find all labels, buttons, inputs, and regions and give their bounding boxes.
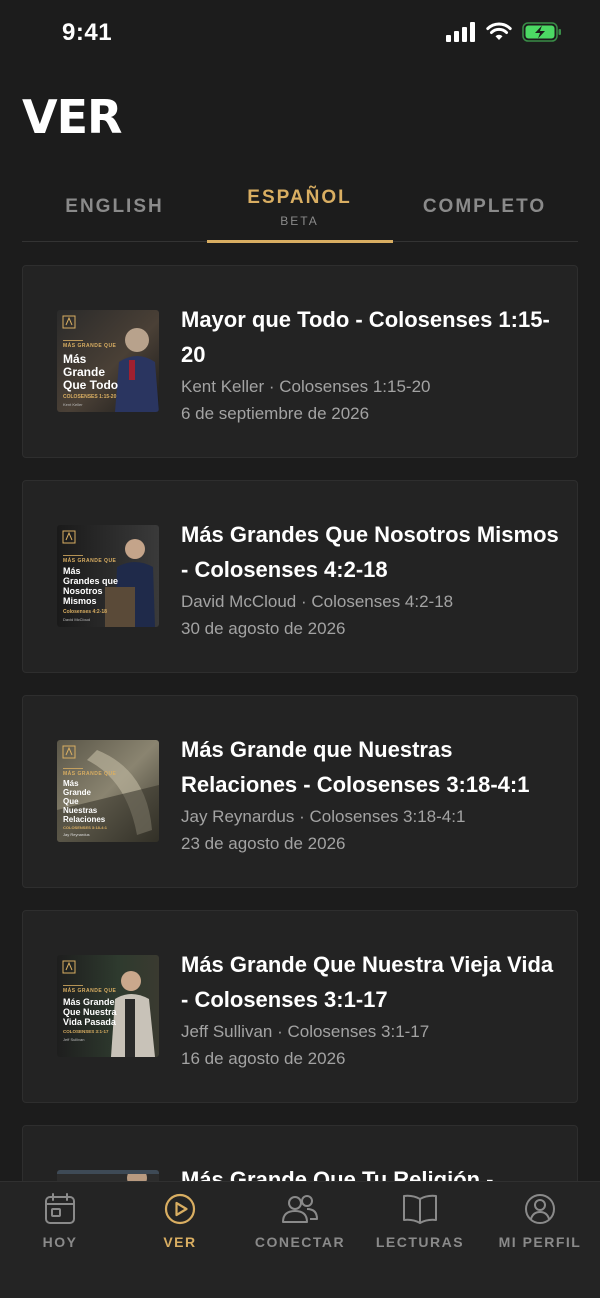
sermon-passage: Colosenses 3:18-4:1 bbox=[309, 807, 466, 826]
svg-text:Nosotros: Nosotros bbox=[63, 586, 103, 596]
nav-item-ver[interactable]: VER bbox=[120, 1192, 240, 1262]
play-circle-icon bbox=[164, 1193, 196, 1225]
battery-charging-icon bbox=[522, 22, 561, 42]
svg-text:Grande: Grande bbox=[63, 788, 92, 797]
bottom-nav: HOY VER CONECTAR LECTURAS MI PERFIL bbox=[0, 1181, 600, 1298]
nav-label-mi-perfil: MI PERFIL bbox=[498, 1234, 582, 1250]
sermon-card[interactable]: MÁS GRANDE QUE Más Grande Que Todo COLOS… bbox=[22, 265, 578, 458]
meta-separator: · bbox=[264, 377, 280, 396]
svg-text:David McCloud: David McCloud bbox=[63, 617, 90, 622]
nav-item-lecturas[interactable]: LECTURAS bbox=[360, 1192, 480, 1262]
sermon-meta: Jay Reynardus · Colosenses 3:18-4:1 bbox=[181, 803, 561, 830]
sermon-passage: Colosenses 1:15-20 bbox=[279, 377, 431, 396]
sermon-thumbnail: MÁS GRANDE QUE Más Grande Que Nuestra Vi… bbox=[57, 955, 159, 1057]
nav-item-hoy[interactable]: HOY bbox=[0, 1192, 120, 1262]
svg-text:Grandes que: Grandes que bbox=[63, 576, 118, 586]
wifi-icon bbox=[486, 22, 512, 40]
status-icons bbox=[446, 22, 562, 42]
nav-label-hoy: HOY bbox=[42, 1234, 78, 1250]
svg-text:Más Grande: Más Grande bbox=[63, 997, 115, 1007]
svg-text:Kent Keller: Kent Keller bbox=[63, 402, 83, 407]
sermon-date: 23 de agosto de 2026 bbox=[181, 834, 346, 853]
sermon-passage: Colosenses 3:1-17 bbox=[287, 1022, 430, 1041]
nav-label-lecturas: LECTURAS bbox=[375, 1234, 465, 1250]
tab-espanol-label: ESPAÑOL bbox=[247, 186, 352, 208]
nav-label-conectar: CONECTAR bbox=[254, 1234, 346, 1250]
sermon-title: Más Grande Que Nuestra Vieja Vida - Colo… bbox=[181, 952, 554, 1012]
svg-text:Nuestras: Nuestras bbox=[63, 806, 98, 815]
cellular-signal-icon bbox=[446, 22, 475, 42]
sermon-date: 6 de septiembre de 2026 bbox=[181, 404, 370, 423]
svg-text:COLOSENSES 1:15-20: COLOSENSES 1:15-20 bbox=[63, 394, 117, 400]
sermon-card[interactable]: MÁS GRANDE QUE Más Grandes que Nosotros … bbox=[22, 480, 578, 673]
svg-text:MÁS GRANDE QUE: MÁS GRANDE QUE bbox=[63, 557, 117, 564]
svg-text:Jeff Sullivan: Jeff Sullivan bbox=[63, 1037, 85, 1042]
sermon-thumbnail: MÁS GRANDE QUE Más Grandes que Nosotros … bbox=[57, 525, 159, 627]
svg-text:Mismos: Mismos bbox=[63, 596, 97, 606]
sermon-card-text: Más Grandes Que Nosotros Mismos - Colose… bbox=[181, 517, 561, 642]
nav-item-conectar[interactable]: CONECTAR bbox=[240, 1192, 360, 1262]
svg-text:MÁS GRANDE QUE: MÁS GRANDE QUE bbox=[63, 342, 117, 349]
sermon-meta: David McCloud · Colosenses 4:2-18 bbox=[181, 588, 561, 615]
sermon-speaker: Kent Keller bbox=[181, 377, 265, 396]
tab-espanol[interactable]: ESPAÑOL BETA bbox=[207, 172, 392, 242]
tab-espanol-beta-label: BETA bbox=[280, 213, 319, 228]
nav-label-ver: VER bbox=[163, 1234, 197, 1250]
meta-separator: · bbox=[272, 1022, 288, 1041]
calendar-icon bbox=[45, 1193, 75, 1224]
svg-text:Jay Reynardus: Jay Reynardus bbox=[63, 832, 90, 837]
profile-icon bbox=[525, 1194, 555, 1224]
sermon-title: Mayor que Todo - Colosenses 1:15-20 bbox=[181, 307, 550, 367]
svg-text:COLOSENSES 3:1-17: COLOSENSES 3:1-17 bbox=[63, 1029, 109, 1034]
sermon-meta: Kent Keller · Colosenses 1:15-20 bbox=[181, 373, 561, 400]
sermon-speaker: Jeff Sullivan bbox=[181, 1022, 273, 1041]
page-title: VER bbox=[22, 90, 122, 144]
status-bar: 9:41 bbox=[0, 0, 600, 70]
language-tabs: ENGLISH ESPAÑOL BETA COMPLETO bbox=[22, 172, 578, 243]
sermon-card[interactable]: MÁS GRANDE QUE Más Grande Que Nuestras R… bbox=[22, 695, 578, 888]
svg-text:MÁS GRANDE QUE: MÁS GRANDE QUE bbox=[63, 770, 117, 777]
sermon-date: 30 de agosto de 2026 bbox=[181, 619, 346, 638]
sermon-card-text: Más Grande que Nuestras Relaciones - Col… bbox=[181, 732, 561, 857]
sermon-speaker: Jay Reynardus bbox=[181, 807, 295, 826]
people-icon bbox=[282, 1195, 318, 1223]
svg-text:Que Nuestra: Que Nuestra bbox=[63, 1007, 118, 1017]
svg-text:Que: Que bbox=[63, 797, 79, 806]
svg-text:Más: Más bbox=[63, 352, 87, 366]
sermon-date: 16 de agosto de 2026 bbox=[181, 1049, 346, 1068]
nav-item-mi-perfil[interactable]: MI PERFIL bbox=[480, 1192, 600, 1262]
sermon-thumbnail: MÁS GRANDE QUE Más Grande Que Todo COLOS… bbox=[57, 310, 159, 412]
book-icon bbox=[403, 1194, 437, 1224]
active-tab-indicator bbox=[207, 240, 393, 243]
status-time: 9:41 bbox=[62, 19, 113, 46]
svg-text:Que Todo: Que Todo bbox=[63, 378, 118, 392]
sermon-card-text: Mayor que Todo - Colosenses 1:15-20 Kent… bbox=[181, 302, 561, 427]
svg-text:Más: Más bbox=[63, 779, 79, 788]
sermon-card-text: Más Grande Que Nuestra Vieja Vida - Colo… bbox=[181, 947, 561, 1072]
sermon-passage: Colosenses 4:2-18 bbox=[311, 592, 454, 611]
sermon-meta: Jeff Sullivan · Colosenses 3:1-17 bbox=[181, 1018, 561, 1045]
svg-text:Grande: Grande bbox=[63, 365, 105, 379]
svg-text:Relaciones: Relaciones bbox=[63, 815, 106, 824]
tab-english-label: ENGLISH bbox=[65, 196, 164, 217]
tab-english[interactable]: ENGLISH bbox=[22, 172, 207, 242]
sermon-title: Más Grande que Nuestras Relaciones - Col… bbox=[181, 737, 530, 797]
meta-separator: · bbox=[294, 807, 310, 826]
tab-completo[interactable]: COMPLETO bbox=[392, 172, 577, 242]
svg-text:Colosenses 4:2-18: Colosenses 4:2-18 bbox=[63, 609, 107, 615]
tab-completo-label: COMPLETO bbox=[422, 196, 547, 217]
sermon-title: Más Grandes Que Nosotros Mismos - Colose… bbox=[181, 522, 559, 582]
svg-text:Vida Pasada: Vida Pasada bbox=[63, 1017, 117, 1027]
svg-text:Más: Más bbox=[63, 566, 81, 576]
sermon-thumbnail: MÁS GRANDE QUE Más Grande Que Nuestras R… bbox=[57, 740, 159, 842]
svg-text:COLOSENSES 3:18-4:1: COLOSENSES 3:18-4:1 bbox=[63, 825, 108, 830]
sermon-speaker: David McCloud bbox=[181, 592, 297, 611]
meta-separator: · bbox=[296, 592, 312, 611]
sermon-card[interactable]: MÁS GRANDE QUE Más Grande Que Nuestra Vi… bbox=[22, 910, 578, 1103]
svg-text:MÁS GRANDE QUE: MÁS GRANDE QUE bbox=[63, 987, 117, 994]
